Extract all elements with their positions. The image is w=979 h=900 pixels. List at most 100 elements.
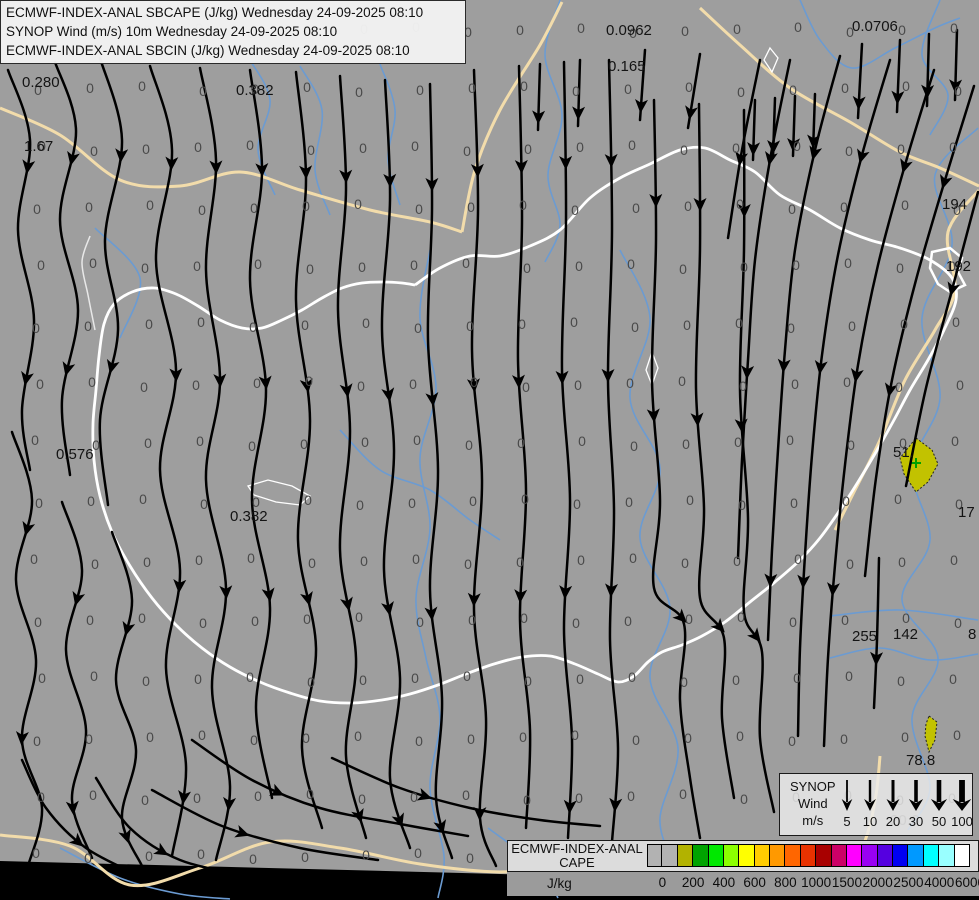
grid-value-zero: 0 [684,198,692,214]
grid-value-zero: 0 [738,497,746,513]
grid-value-zero: 0 [520,78,528,94]
cape-tick-label: 2000 [863,875,893,890]
station-value: 78.8 [906,752,935,769]
grid-value-zero: 0 [145,848,153,864]
cape-tick-label: 600 [743,875,766,890]
cape-tick-label: 1500 [832,875,862,890]
wind-speed-label: 10 [859,814,881,829]
cape-color-cell [770,844,785,867]
grid-value-zero: 0 [894,491,902,507]
grid-value-zero: 0 [253,375,261,391]
grid-value-zero: 0 [841,612,849,628]
grid-value-zero: 0 [950,552,958,568]
grid-value-zero: 0 [573,496,581,512]
grid-value-zero: 0 [902,610,910,626]
grid-value-zero: 0 [791,376,799,392]
grid-value-zero: 0 [359,140,367,156]
grid-value-zero: 0 [411,138,419,154]
grid-value-zero: 0 [200,496,208,512]
wind-arrow-icon [882,778,904,814]
grid-value-zero: 0 [571,202,579,218]
grid-value-zero: 0 [681,23,689,39]
grid-value-zero: 0 [574,377,582,393]
grid-value-zero: 0 [303,611,311,627]
grid-value-zero: 0 [416,82,424,98]
wind-arrow-icon [951,778,973,814]
grid-value-zero: 0 [199,83,207,99]
grid-value-zero: 0 [847,437,855,453]
grid-value-zero: 0 [951,433,959,449]
grid-value-zero: 0 [35,495,43,511]
grid-value-zero: 0 [408,495,416,511]
river-line [545,0,562,262]
cape-color-cell [755,844,770,867]
grid-value-zero: 0 [302,198,310,214]
grid-value-zero: 0 [355,609,363,625]
grid-value-zero: 0 [306,786,314,802]
station-value: 194 [942,196,967,213]
cape-color-cell [801,844,816,867]
grid-value-zero: 0 [31,432,39,448]
station-value: 0.382 [230,508,268,525]
cape-color-cell [724,844,739,867]
grid-value-zero: 0 [788,201,796,217]
grid-value-zero: 0 [467,199,475,215]
grid-value-zero: 0 [679,786,687,802]
grid-value-zero: 0 [516,22,524,38]
grid-value-zero: 0 [358,791,366,807]
grid-value-zero: 0 [577,20,585,36]
wind-speed-label: 20 [882,814,904,829]
grid-value-zero: 0 [735,315,743,331]
cape-legend-model: ECMWF-INDEX-ANAL [511,842,643,856]
wind-legend-title-1: SYNOP [790,778,836,795]
grid-value-zero: 0 [410,257,418,273]
grid-value-zero: 0 [356,497,364,513]
grid-value-zero: 0 [414,845,422,861]
grid-value-zero: 0 [521,491,529,507]
grid-value-zero: 0 [954,615,962,631]
grid-value-zero: 0 [898,22,906,38]
grid-value-zero: 0 [956,377,964,393]
cape-color-cell [709,844,724,867]
grid-value-zero: 0 [355,84,363,100]
grid-value-zero: 0 [32,320,40,336]
river-line [830,648,978,660]
grid-value-zero: 0 [354,728,362,744]
grid-value-zero: 0 [32,845,40,861]
grid-value-zero: 0 [302,730,310,746]
grid-value-zero: 0 [949,671,957,687]
cape-color-cell [862,844,877,867]
grid-value-zero: 0 [577,552,585,568]
grid-value-zero: 0 [787,320,795,336]
grid-value-zero: 0 [680,142,688,158]
grid-value-zero: 0 [194,139,202,155]
grid-value-zero: 0 [89,255,97,271]
grid-value-zero: 0 [678,373,686,389]
wind-streamline [8,70,34,470]
wind-streamline [562,62,572,838]
streamline-arrows [15,79,962,861]
grid-value-zero: 0 [789,82,797,98]
grid-value-zero: 0 [737,84,745,100]
grid-value-zero: 0 [198,202,206,218]
grid-value-zero: 0 [628,669,636,685]
grid-value-zero: 0 [142,141,150,157]
grid-value-zero: 0 [685,611,693,627]
grid-value-zero: 0 [523,260,531,276]
cape-color-cell [955,844,970,867]
grid-value-zero: 0 [626,375,634,391]
wind-legend-title-2: Wind [790,795,836,812]
grid-value-zero: 0 [415,733,423,749]
grid-value-zero: 0 [843,374,851,390]
grid-value-zero: 0 [466,318,474,334]
cape-tick-label: 6000 [955,875,979,890]
grid-value-zero: 0 [842,493,850,509]
grid-value-zero: 0 [87,493,95,509]
grid-value-zero: 0 [519,197,527,213]
grid-value-zero: 0 [790,495,798,511]
grid-value-zero: 0 [91,556,99,572]
grid-value-zero: 0 [464,556,472,572]
grid-value-zero: 0 [246,137,254,153]
grid-value-zero: 0 [198,727,206,743]
cape-color-cell [878,844,893,867]
